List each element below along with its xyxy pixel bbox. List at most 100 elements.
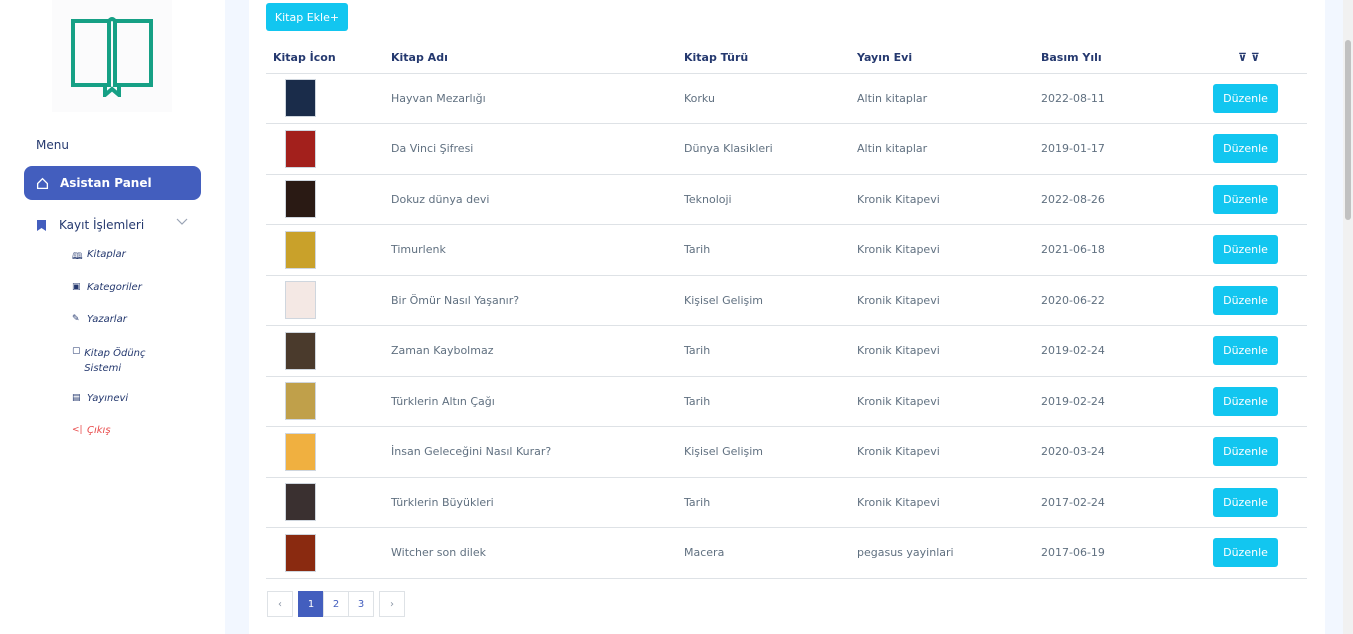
sidebar-item-label: Kitap Ödünç Sistemi <box>84 348 146 374</box>
header-kitap-turu: Kitap Türü <box>677 42 850 74</box>
books-table: Kitap İcon Kitap Adı Kitap Türü Yayın Ev… <box>266 42 1307 579</box>
pagination-prev[interactable]: ‹ <box>267 591 293 617</box>
archive-icon: ▤ <box>72 393 81 403</box>
book-cover-image <box>285 79 316 118</box>
sidebar-item-yayinevi[interactable]: ▤ Yayınevi <box>72 393 128 404</box>
book-cover-image <box>285 180 316 219</box>
sidebar-item-kategoriler[interactable]: ▣ Kategoriler <box>72 282 142 293</box>
book-name: Türklerin Altın Çağı <box>384 376 677 427</box>
book-name: Türklerin Büyükleri <box>384 477 677 528</box>
sidebar: Menu Asistan Panel Kayıt İşlemleri 🕮 Kit… <box>0 0 225 634</box>
pagination-page-3[interactable]: 3 <box>348 591 374 617</box>
book-type: Kişisel Gelişim <box>677 275 850 326</box>
book-publisher: Altin kitaplar <box>850 73 1034 124</box>
edit-button[interactable]: Düzenle <box>1213 336 1278 366</box>
scrollbar-thumb[interactable] <box>1345 40 1351 220</box>
pen-icon: ✎ <box>72 314 80 324</box>
book-cover-cell <box>266 275 384 326</box>
book-publisher: pegasus yayinlari <box>850 527 1034 579</box>
edit-button[interactable]: Düzenle <box>1213 487 1278 517</box>
book-type: Teknoloji <box>677 174 850 225</box>
book-cover-image <box>285 483 316 522</box>
action-cell: Düzenle <box>1184 527 1307 579</box>
action-cell: Düzenle <box>1184 477 1307 528</box>
book-cover-cell <box>266 527 384 579</box>
book-type: Macera <box>677 527 850 579</box>
pagination-page-1[interactable]: 1 <box>298 591 324 617</box>
book-publisher: Kronik Kitapevi <box>850 224 1034 276</box>
book-year: 2019-02-24 <box>1034 325 1184 377</box>
header-yayin-evi: Yayın Evi <box>850 42 1034 74</box>
edit-button[interactable]: Düzenle <box>1213 386 1278 416</box>
sidebar-item-kitap-odunc-sistemi[interactable]: ▢ Kitap Ödünç Sistemi <box>72 346 162 376</box>
book-year: 2020-03-24 <box>1034 426 1184 478</box>
edit-button[interactable]: Düzenle <box>1213 134 1278 164</box>
book-open-icon: 🕮 <box>72 252 83 262</box>
sidebar-item-kitaplar[interactable]: 🕮 Kitaplar <box>72 249 126 265</box>
sidebar-item-yazarlar[interactable]: ✎ Yazarlar <box>72 314 127 325</box>
book-publisher: Kronik Kitapevi <box>850 376 1034 427</box>
sidebar-group-kayit-islemleri[interactable]: Kayıt İşlemleri <box>36 215 192 235</box>
edit-button[interactable]: Düzenle <box>1213 285 1278 315</box>
book-logo-icon <box>71 17 153 97</box>
book-type: Tarih <box>677 477 850 528</box>
action-cell: Düzenle <box>1184 174 1307 225</box>
book-type: Korku <box>677 73 850 124</box>
book-cover-cell <box>266 376 384 427</box>
book-cover-cell <box>266 325 384 377</box>
sidebar-item-cikis[interactable]: <| Çıkış <box>72 425 111 436</box>
book-publisher: Kronik Kitapevi <box>850 426 1034 478</box>
edit-button[interactable]: Düzenle <box>1213 437 1278 467</box>
bookmark-icon: ▣ <box>72 282 81 292</box>
logo[interactable] <box>52 0 172 112</box>
book-type: Dünya Klasikleri <box>677 123 850 175</box>
table-row: Türklerin Altın Çağı Tarih Kronik Kitapevi… <box>266 376 1307 427</box>
book-cover-cell <box>266 426 384 478</box>
book-year: 2019-01-17 <box>1034 123 1184 175</box>
book-name: Hayvan Mezarlığı <box>384 73 677 124</box>
table-row: Bir Ömür Nasıl Yaşanır? Kişisel Gelişim Kr… <box>266 275 1307 326</box>
book-cover-cell <box>266 123 384 175</box>
book-type: Kişisel Gelişim <box>677 426 850 478</box>
book-type: Tarih <box>677 376 850 427</box>
table-row: İnsan Geleceğini Nasıl Kurar? Kişisel Gel… <box>266 426 1307 478</box>
filter-icon[interactable]: ⊽ ⊽ <box>1184 42 1307 74</box>
pagination-page-2[interactable]: 2 <box>323 591 349 617</box>
book-type: Tarih <box>677 224 850 276</box>
sidebar-item-label: Çıkış <box>87 425 111 436</box>
sidebar-item-label: Kategoriler <box>87 282 142 293</box>
book-publisher: Kronik Kitapevi <box>850 477 1034 528</box>
pagination-next[interactable]: › <box>379 591 405 617</box>
table-row: Da Vinci Şifresi Dünya Klasikleri Altin ki… <box>266 123 1307 175</box>
book-year: 2022-08-11 <box>1034 73 1184 124</box>
edit-button[interactable]: Düzenle <box>1213 235 1278 265</box>
edit-button[interactable]: Düzenle <box>1213 538 1278 568</box>
action-cell: Düzenle <box>1184 123 1307 175</box>
book-cover-image <box>285 533 316 572</box>
action-cell: Düzenle <box>1184 325 1307 377</box>
header-kitap-adi: Kitap Adı <box>384 42 677 74</box>
book-cover-cell <box>266 174 384 225</box>
pagination: ‹ 1 2 3 › <box>267 591 405 617</box>
sidebar-item-label: Yazarlar <box>87 314 127 325</box>
book-year: 2020-06-22 <box>1034 275 1184 326</box>
sidebar-item-asistan-panel[interactable]: Asistan Panel <box>24 166 201 200</box>
action-cell: Düzenle <box>1184 224 1307 276</box>
book-name: Zaman Kaybolmaz <box>384 325 677 377</box>
menu-title: Menu <box>36 138 69 152</box>
add-book-button[interactable]: Kitap Ekle+ <box>266 3 348 31</box>
book-year: 2017-06-19 <box>1034 527 1184 579</box>
book-name: İnsan Geleceğini Nasıl Kurar? <box>384 426 677 478</box>
book-name: Timurlenk <box>384 224 677 276</box>
book-type: Tarih <box>677 325 850 377</box>
book-publisher: Kronik Kitapevi <box>850 275 1034 326</box>
book-cover-image <box>285 129 316 168</box>
edit-button[interactable]: Düzenle <box>1213 184 1278 214</box>
table-row: Hayvan Mezarlığı Korku Altin kitaplar 2022-… <box>266 73 1307 124</box>
edit-button[interactable]: Düzenle <box>1213 83 1278 113</box>
clipboard-icon: ▢ <box>72 346 81 356</box>
book-cover-image <box>285 281 316 320</box>
table-row: Timurlenk Tarih Kronik Kitapevi 2021-06-18 D… <box>266 224 1307 276</box>
book-publisher: Kronik Kitapevi <box>850 174 1034 225</box>
sidebar-group-label: Kayıt İşlemleri <box>59 218 145 232</box>
